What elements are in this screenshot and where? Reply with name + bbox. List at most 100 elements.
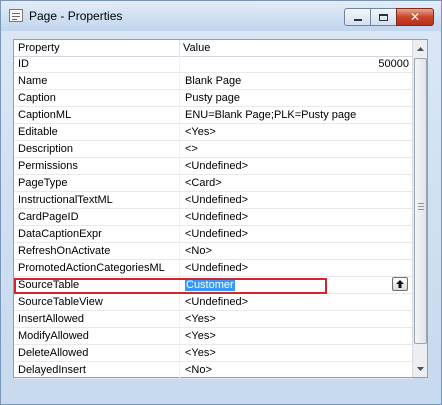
property-value[interactable]: <Yes> — [185, 347, 216, 359]
row-divider — [179, 328, 180, 344]
property-column-header[interactable]: Property — [18, 42, 60, 54]
property-row[interactable]: Description <> — [14, 141, 413, 158]
row-divider — [179, 362, 180, 378]
scroll-up-button[interactable] — [414, 41, 427, 56]
scroll-thumb[interactable] — [414, 58, 427, 344]
property-value[interactable]: <Undefined> — [185, 194, 248, 206]
property-value[interactable]: <Undefined> — [185, 211, 248, 223]
property-row[interactable]: Caption Pusty page — [14, 90, 413, 107]
property-row[interactable]: SourceTableView <Undefined> — [14, 294, 413, 311]
window-title: Page - Properties — [29, 9, 123, 23]
property-value[interactable]: <Undefined> — [185, 262, 248, 274]
row-divider — [179, 73, 180, 89]
row-divider — [179, 175, 180, 191]
row-divider — [179, 192, 180, 208]
property-row[interactable]: PageType <Card> — [14, 175, 413, 192]
close-icon: ✕ — [409, 10, 421, 24]
row-divider — [179, 141, 180, 157]
property-row[interactable]: DeleteAllowed <Yes> — [14, 345, 413, 362]
grip-line — [418, 209, 424, 210]
property-row[interactable]: CaptionML ENU=Blank Page;PLK=Pusty page — [14, 107, 413, 124]
property-name: Description — [18, 143, 74, 155]
property-value[interactable]: Pusty page — [185, 92, 240, 104]
close-button[interactable]: ✕ — [396, 8, 434, 26]
row-divider — [179, 311, 180, 327]
row-divider — [179, 124, 180, 140]
maximize-button[interactable] — [370, 8, 397, 26]
property-value[interactable]: ENU=Blank Page;PLK=Pusty page — [185, 109, 356, 121]
property-value[interactable]: <Undefined> — [185, 228, 248, 240]
property-row[interactable]: Editable <Yes> — [14, 124, 413, 141]
property-name: Permissions — [18, 160, 78, 172]
property-row[interactable]: Permissions <Undefined> — [14, 158, 413, 175]
property-row[interactable]: DataCaptionExpr <Undefined> — [14, 226, 413, 243]
row-divider — [179, 260, 180, 276]
property-name: DeleteAllowed — [18, 347, 89, 359]
property-row[interactable]: SourceTable Customer — [14, 277, 413, 294]
property-value[interactable]: <Yes> — [185, 313, 216, 325]
row-divider — [179, 158, 180, 174]
property-name: Editable — [18, 126, 58, 138]
property-name: DelayedInsert — [18, 364, 86, 376]
property-value[interactable]: <No> — [185, 364, 212, 376]
grip-line — [418, 206, 424, 207]
property-value[interactable]: <Undefined> — [185, 160, 248, 172]
row-divider — [179, 277, 180, 293]
property-grid: Property Value ID 50000 Name Blank Page Capt… — [13, 39, 428, 379]
row-divider — [179, 209, 180, 225]
property-row[interactable]: InsertAllowed <Yes> — [14, 311, 413, 328]
row-divider — [179, 226, 180, 242]
minimize-icon — [353, 19, 362, 21]
property-row[interactable]: ID 50000 — [14, 56, 413, 73]
row-divider — [179, 90, 180, 106]
property-value[interactable]: <Undefined> — [185, 296, 248, 308]
property-value[interactable]: <Yes> — [185, 330, 216, 342]
maximize-icon — [379, 13, 388, 21]
minimize-button[interactable] — [344, 8, 371, 26]
property-value[interactable]: 50000 — [378, 58, 409, 70]
property-row[interactable]: InstructionalTextML <Undefined> — [14, 192, 413, 209]
grip-line — [418, 203, 424, 204]
property-name: PageType — [18, 177, 68, 189]
property-value[interactable]: <> — [185, 143, 198, 155]
property-row[interactable]: DelayedInsert <No> — [14, 362, 413, 379]
property-row[interactable]: CardPageID <Undefined> — [14, 209, 413, 226]
arrow-up-icon — [417, 46, 424, 51]
property-row[interactable]: PromotedActionCategoriesML <Undefined> — [14, 260, 413, 277]
property-name: InsertAllowed — [18, 313, 85, 325]
property-row[interactable]: ModifyAllowed <Yes> — [14, 328, 413, 345]
property-row[interactable]: RefreshOnActivate <No> — [14, 243, 413, 260]
row-divider — [179, 107, 180, 123]
row-divider — [179, 294, 180, 310]
row-divider — [179, 56, 180, 72]
property-name: RefreshOnActivate — [18, 245, 111, 257]
property-row[interactable]: Name Blank Page — [14, 73, 413, 90]
title-bar[interactable]: Page - Properties ✕ — [1, 1, 441, 31]
property-name: CaptionML — [18, 109, 72, 121]
property-name: DataCaptionExpr — [18, 228, 102, 240]
arrow-down-icon — [417, 366, 424, 371]
vertical-scrollbar[interactable] — [412, 40, 427, 377]
lookup-button[interactable] — [392, 277, 408, 291]
properties-window: Page - Properties ✕ Property Value ID 500… — [0, 0, 442, 405]
property-value[interactable]: Blank Page — [185, 75, 241, 87]
value-column-header[interactable]: Value — [183, 42, 210, 54]
property-name: Caption — [18, 92, 56, 104]
property-name: SourceTable — [18, 279, 80, 291]
row-divider — [179, 345, 180, 361]
property-value[interactable]: Customer — [185, 279, 235, 291]
property-name: CardPageID — [18, 211, 79, 223]
scroll-down-button[interactable] — [414, 361, 427, 376]
selected-value-text[interactable]: Customer — [185, 279, 235, 291]
property-name: ID — [18, 58, 29, 70]
property-name: ModifyAllowed — [18, 330, 89, 342]
column-divider[interactable] — [179, 40, 180, 56]
property-name: InstructionalTextML — [18, 194, 113, 206]
property-value[interactable]: <No> — [185, 245, 212, 257]
property-name: PromotedActionCategoriesML — [18, 262, 165, 274]
lookup-arrow-icon — [396, 280, 404, 288]
property-value[interactable]: <Yes> — [185, 126, 216, 138]
property-name: SourceTableView — [18, 296, 103, 308]
property-value[interactable]: <Card> — [185, 177, 222, 189]
properties-window-icon — [9, 9, 23, 22]
